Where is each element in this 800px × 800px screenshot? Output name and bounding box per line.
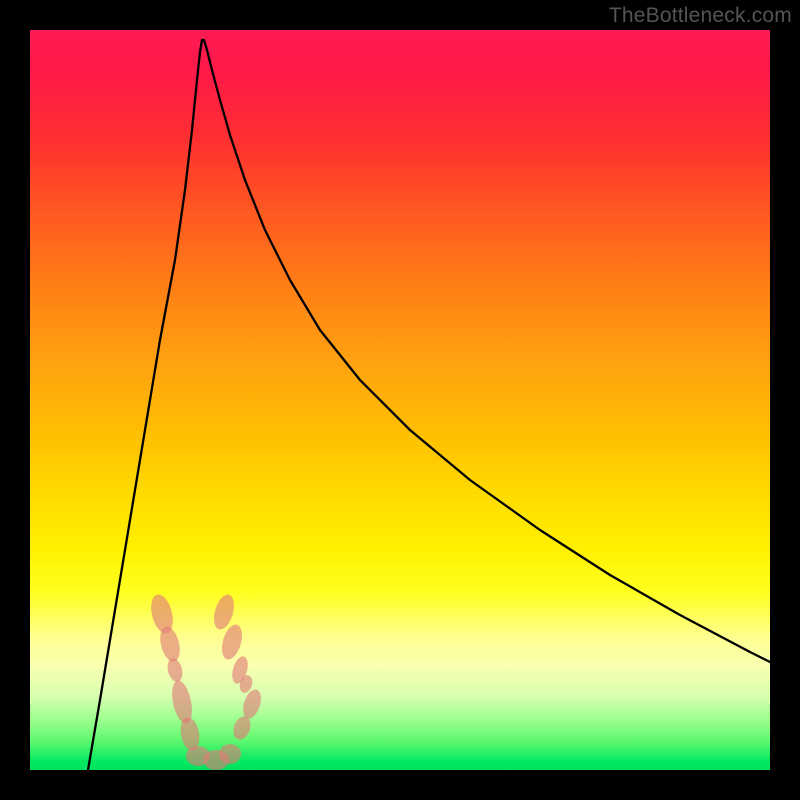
chart-frame: TheBottleneck.com [0, 0, 800, 800]
bottleneck-curve [88, 40, 770, 770]
data-point-cluster [147, 592, 264, 770]
watermark-text: TheBottleneck.com [609, 4, 792, 28]
plot-area [30, 30, 770, 770]
curves-svg [30, 30, 770, 770]
